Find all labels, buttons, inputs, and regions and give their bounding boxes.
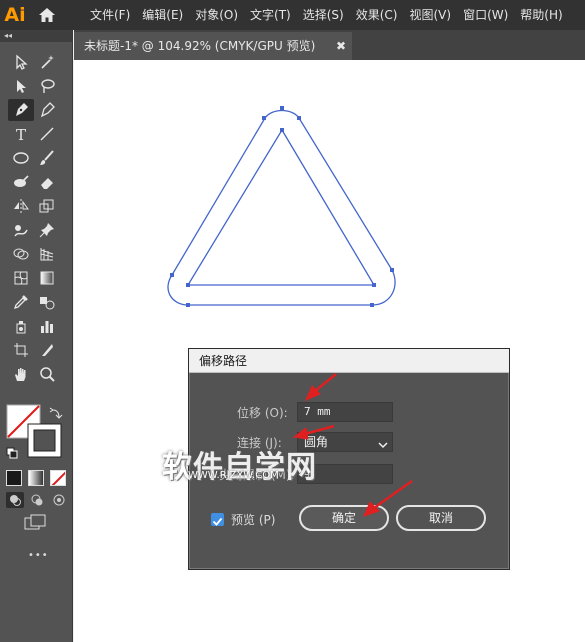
menu-help[interactable]: 帮助(H)	[514, 0, 568, 30]
gradient-icon[interactable]	[34, 267, 60, 289]
perspective-grid-icon[interactable]	[34, 243, 60, 265]
blend-icon[interactable]	[34, 291, 60, 313]
watermark-url: WWW.RJZXW.COM	[188, 470, 279, 481]
slice-icon[interactable]	[34, 339, 60, 361]
zoom-icon[interactable]	[34, 363, 60, 385]
eyedropper-icon[interactable]	[8, 291, 34, 313]
document-tab[interactable]: 未标题-1* @ 104.92% (CMYK/GPU 预览) ✖	[74, 32, 352, 60]
menu-type[interactable]: 文字(T)	[244, 0, 297, 30]
reflect-icon[interactable]	[8, 195, 34, 217]
dialog-title: 偏移路径	[189, 349, 509, 373]
puppet-warp-icon[interactable]	[8, 219, 34, 241]
document-tab-bar: 未标题-1* @ 104.92% (CMYK/GPU 预览) ✖	[74, 30, 585, 60]
offset-input[interactable]: 7 mm	[297, 402, 393, 422]
shaper-icon[interactable]	[8, 171, 34, 193]
menu-view[interactable]: 视图(V)	[403, 0, 457, 30]
tools-panel: ◂◂ T •••	[0, 30, 73, 642]
cancel-button[interactable]: 取消	[396, 505, 486, 531]
pin-icon[interactable]	[34, 219, 60, 241]
menu-items: 文件(F) 编辑(E) 对象(O) 文字(T) 选择(S) 效果(C) 视图(V…	[84, 0, 569, 30]
direct-selection-icon[interactable]	[8, 75, 34, 97]
magic-wand-icon[interactable]	[34, 51, 60, 73]
pen-tool-icon[interactable]	[8, 99, 34, 121]
selection-tool-icon[interactable]	[8, 51, 34, 73]
toolbar-collapse-button[interactable]: ◂◂	[0, 30, 72, 42]
preview-label: 预览 (P)	[231, 513, 276, 527]
symbol-sprayer-icon[interactable]	[8, 315, 34, 337]
draw-behind-icon[interactable]	[28, 492, 46, 508]
draw-mode-row	[6, 492, 68, 508]
menu-edit[interactable]: 编辑(E)	[136, 0, 189, 30]
menu-file[interactable]: 文件(F)	[84, 0, 136, 30]
paintbrush-icon[interactable]	[34, 147, 60, 169]
eraser-icon[interactable]	[34, 171, 60, 193]
column-graph-icon[interactable]	[34, 315, 60, 337]
color-mode-row	[6, 470, 66, 486]
lasso-icon[interactable]	[34, 75, 60, 97]
none-mode-icon[interactable]	[50, 470, 66, 486]
close-tab-icon[interactable]: ✖	[336, 32, 346, 60]
menu-effect[interactable]: 效果(C)	[350, 0, 404, 30]
shape-builder-icon[interactable]	[8, 243, 34, 265]
draw-inside-icon[interactable]	[50, 492, 68, 508]
preview-checkbox[interactable]	[211, 513, 224, 526]
more-tools-button[interactable]: •••	[28, 550, 49, 561]
menu-window[interactable]: 窗口(W)	[457, 0, 514, 30]
document-tab-title: 未标题-1* @ 104.92% (CMYK/GPU 预览)	[84, 39, 316, 53]
color-mode-icon[interactable]	[6, 470, 22, 486]
gradient-mode-icon[interactable]	[28, 470, 44, 486]
chevron-down-icon	[378, 437, 388, 455]
home-icon[interactable]	[30, 0, 64, 30]
ellipse-tool-icon[interactable]	[8, 147, 34, 169]
draw-normal-icon[interactable]	[6, 492, 24, 508]
ok-button[interactable]: 确定	[299, 505, 389, 531]
curvature-icon[interactable]	[34, 99, 60, 121]
menu-select[interactable]: 选择(S)	[297, 0, 350, 30]
screen-mode-icon[interactable]	[24, 514, 48, 536]
artboard-icon[interactable]	[8, 339, 34, 361]
hand-icon[interactable]	[8, 363, 34, 385]
offset-label: 位移 (O):	[237, 405, 288, 420]
line-tool-icon[interactable]	[34, 123, 60, 145]
type-tool-icon[interactable]: T	[8, 123, 34, 145]
menu-bar: Ai 文件(F) 编辑(E) 对象(O) 文字(T) 选择(S) 效果(C) 视…	[0, 0, 585, 30]
svg-text:T: T	[16, 126, 26, 142]
scale-icon[interactable]	[34, 195, 60, 217]
offset-row: 位移 (O): 7 mm	[189, 401, 509, 423]
menu-object[interactable]: 对象(O)	[189, 0, 244, 30]
app-logo: Ai	[4, 4, 26, 26]
fill-stroke-swatch[interactable]	[6, 404, 70, 468]
mesh-icon[interactable]	[8, 267, 34, 289]
